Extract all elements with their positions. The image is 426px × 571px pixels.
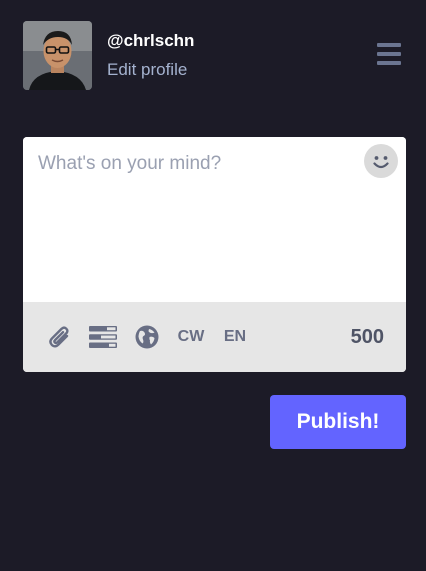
globe-icon <box>135 325 159 349</box>
avatar-photo <box>23 21 92 90</box>
visibility-button[interactable] <box>134 322 160 352</box>
emoji-picker-button[interactable] <box>364 144 398 178</box>
paperclip-icon <box>49 326 69 348</box>
character-counter: 500 <box>350 326 384 348</box>
compose-panel: @chrlschn Edit profile What's on your mi… <box>0 0 426 571</box>
username: @chrlschn <box>107 31 195 50</box>
account-info: @chrlschn Edit profile <box>107 30 194 81</box>
smiley-face-icon <box>364 144 398 178</box>
edit-profile-link[interactable]: Edit profile <box>107 59 194 81</box>
avatar[interactable] <box>23 21 92 90</box>
account-header: @chrlschn Edit profile <box>23 21 403 91</box>
compose-toolbar: CW EN 500 <box>23 302 406 372</box>
poll-icon <box>89 326 117 348</box>
status-textarea[interactable] <box>23 137 406 302</box>
poll-button[interactable] <box>89 322 117 352</box>
publish-button[interactable]: Publish! <box>270 395 406 449</box>
content-warning-button[interactable]: CW <box>177 322 205 352</box>
attach-media-button[interactable] <box>47 322 73 352</box>
language-button[interactable]: EN <box>222 322 248 352</box>
hamburger-menu-icon[interactable] <box>377 43 401 65</box>
compose-form: CW EN 500 <box>23 137 406 372</box>
